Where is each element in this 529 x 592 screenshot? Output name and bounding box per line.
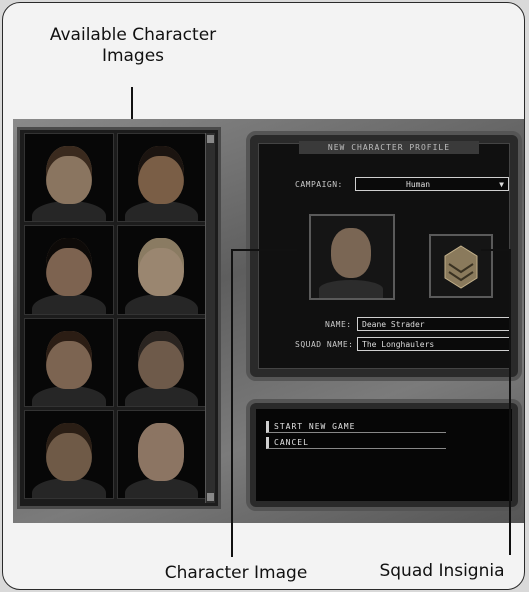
portrait-young-man-icon — [138, 146, 185, 205]
callout-character-image: Character Image — [151, 563, 321, 584]
selected-portrait-shoulders — [319, 280, 383, 298]
character-image — [309, 214, 395, 300]
portrait-goatee-man-icon — [45, 422, 92, 481]
game-screenshot: NEW CHARACTER PROFILE CAMPAIGN: Human ▼ — [13, 119, 524, 523]
chevron-down-icon: ▼ — [499, 180, 504, 189]
portrait-bearded-man-icon — [45, 330, 92, 389]
portrait-woman-dark-hair-icon — [45, 238, 92, 297]
game-actions-inner: START NEW GAME CANCEL — [256, 409, 512, 501]
portrait-cell[interactable] — [24, 225, 114, 315]
portrait-shoulders — [32, 201, 106, 222]
gallery-scrollbar[interactable] — [205, 133, 215, 503]
portrait-shoulders — [124, 478, 198, 498]
portrait-woman-curly-icon — [138, 330, 185, 389]
campaign-select[interactable]: Human ▼ — [355, 177, 509, 191]
callout-available-images-text: Available Character Images — [49, 25, 217, 66]
callout-line-character-image-tick — [231, 249, 297, 251]
new-character-profile-panel: NEW CHARACTER PROFILE CAMPAIGN: Human ▼ — [246, 131, 522, 381]
portrait-cell[interactable] — [24, 133, 114, 223]
portrait-cell[interactable] — [24, 317, 114, 407]
portrait-shoulders — [32, 293, 106, 314]
profile-inner: NEW CHARACTER PROFILE CAMPAIGN: Human ▼ — [258, 141, 511, 369]
cancel-button[interactable]: CANCEL — [266, 437, 446, 449]
profile-title: NEW CHARACTER PROFILE — [299, 141, 479, 154]
portrait-woman-blonde-icon — [138, 238, 185, 297]
selected-portrait-icon — [331, 228, 371, 278]
callout-line-squad-insignia — [509, 249, 511, 555]
portrait-shoulders — [124, 385, 198, 406]
portrait-grid — [24, 133, 206, 499]
callout-line-squad-insignia-tick — [481, 249, 511, 251]
squad-insignia[interactable] — [429, 234, 493, 298]
portrait-shoulders — [32, 478, 106, 498]
campaign-select-value: Human — [406, 180, 431, 189]
callout-line-character-image — [231, 249, 233, 557]
portrait-sunglasses-icon — [45, 146, 92, 205]
portrait-cell[interactable] — [116, 409, 206, 499]
callout-squad-insignia: Squad Insignia — [367, 561, 517, 582]
portrait-cell[interactable] — [116, 133, 206, 223]
scroll-down-arrow-icon[interactable] — [207, 493, 214, 501]
callout-frame: Available Character Images NEW CHARACTER… — [2, 2, 525, 590]
name-field[interactable]: Deane Strader — [357, 317, 511, 331]
squad-name-label: SQUAD NAME: — [295, 340, 354, 349]
callout-line-available — [131, 87, 133, 121]
scroll-up-arrow-icon[interactable] — [207, 135, 214, 143]
portrait-cell[interactable] — [116, 225, 206, 315]
callout-squad-insignia-text: Squad Insignia — [379, 561, 505, 581]
portrait-shoulders — [124, 201, 198, 222]
portrait-bald-man-icon — [138, 422, 185, 481]
callout-available-images: Available Character Images — [33, 25, 233, 67]
character-gallery — [17, 127, 221, 509]
name-label: NAME: — [325, 320, 352, 329]
start-new-game-button[interactable]: START NEW GAME — [266, 421, 446, 433]
squad-name-field[interactable]: The Longhaulers — [357, 337, 511, 351]
squad-insignia-icon — [444, 245, 478, 289]
callout-character-image-text: Character Image — [164, 563, 308, 583]
portrait-shoulders — [32, 385, 106, 406]
portrait-cell[interactable] — [116, 317, 206, 407]
portrait-cell[interactable] — [24, 409, 114, 499]
game-actions-panel: START NEW GAME CANCEL — [246, 399, 522, 511]
campaign-label: CAMPAIGN: — [295, 180, 343, 189]
portrait-shoulders — [124, 293, 198, 314]
